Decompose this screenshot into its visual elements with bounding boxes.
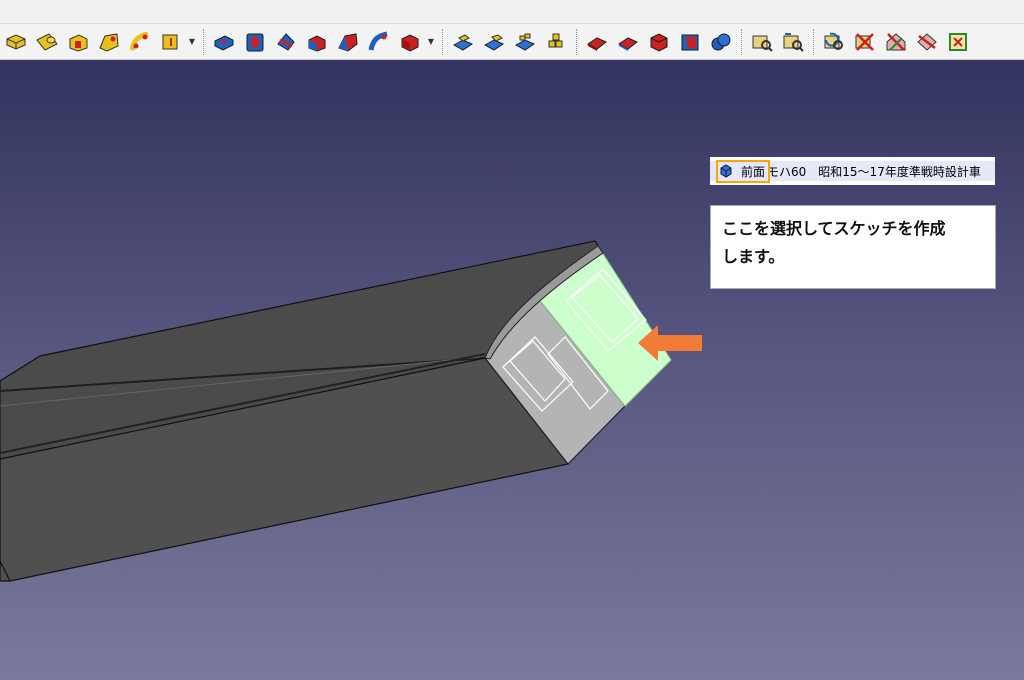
cylinder-icon[interactable] — [33, 28, 61, 56]
measure-refresh-icon[interactable] — [820, 28, 848, 56]
revolve-icon[interactable] — [241, 28, 269, 56]
tree-view-snippet: 前面 モハ60 昭和15～17年度準戦時設計車 — [710, 157, 995, 185]
sweep-icon[interactable] — [480, 28, 508, 56]
check-geometry-icon[interactable] — [614, 28, 642, 56]
menu-strip — [0, 0, 1024, 24]
pointer-arrow-icon — [638, 325, 702, 361]
measure-linear-icon[interactable] — [748, 28, 776, 56]
cut-icon[interactable] — [676, 28, 704, 56]
measure-clear-icon[interactable] — [851, 28, 879, 56]
model-view[interactable] — [0, 61, 1024, 680]
ruled-surface-icon[interactable] — [396, 28, 424, 56]
tree-item-front[interactable]: 前面 モハ60 昭和15～17年度準戦時設計車 — [710, 161, 995, 181]
toolbar: ▼ ▼ — [0, 24, 1024, 60]
measure-angular-icon[interactable] — [779, 28, 807, 56]
cone-icon[interactable] — [95, 28, 123, 56]
part-body-icon — [716, 164, 736, 178]
make-face-icon[interactable] — [365, 28, 393, 56]
cross-sections-icon[interactable] — [542, 28, 570, 56]
toolbar-separator — [442, 28, 444, 55]
toolbar-separator — [203, 28, 205, 55]
measure-toggle-delta-icon[interactable] — [944, 28, 972, 56]
instruction-callout: ここを選択してスケッチを作成 します。 — [710, 205, 996, 289]
chevron-down-icon[interactable]: ▼ — [427, 28, 435, 56]
loft-icon[interactable] — [449, 28, 477, 56]
toolbar-separator — [576, 28, 578, 55]
callout-line-2: します。 — [722, 247, 785, 266]
compound-tools-icon[interactable] — [583, 28, 611, 56]
3d-viewport[interactable] — [0, 61, 1024, 680]
measure-toggle-3d-icon[interactable] — [913, 28, 941, 56]
chamfer-icon[interactable] — [334, 28, 362, 56]
torus-icon[interactable] — [126, 28, 154, 56]
union-icon[interactable] — [707, 28, 735, 56]
tree-item-suffix: モハ60 昭和15～17年度準戦時設計車 — [767, 164, 981, 179]
extrude-icon[interactable] — [210, 28, 238, 56]
measure-toggle-all-icon[interactable] — [882, 28, 910, 56]
primitives-icon[interactable] — [157, 28, 185, 56]
section-icon[interactable] — [511, 28, 539, 56]
chevron-down-icon[interactable]: ▼ — [188, 28, 196, 56]
boolean-icon[interactable] — [645, 28, 673, 56]
sphere-icon[interactable] — [64, 28, 92, 56]
mirror-icon[interactable] — [272, 28, 300, 56]
callout-line-1: ここを選択してスケッチを作成 — [722, 219, 946, 238]
toolbar-separator — [813, 28, 815, 55]
fillet-icon[interactable] — [303, 28, 331, 56]
tree-item-label: 前面 — [741, 164, 766, 179]
toolbar-separator — [741, 28, 743, 55]
box-icon[interactable] — [2, 28, 30, 56]
